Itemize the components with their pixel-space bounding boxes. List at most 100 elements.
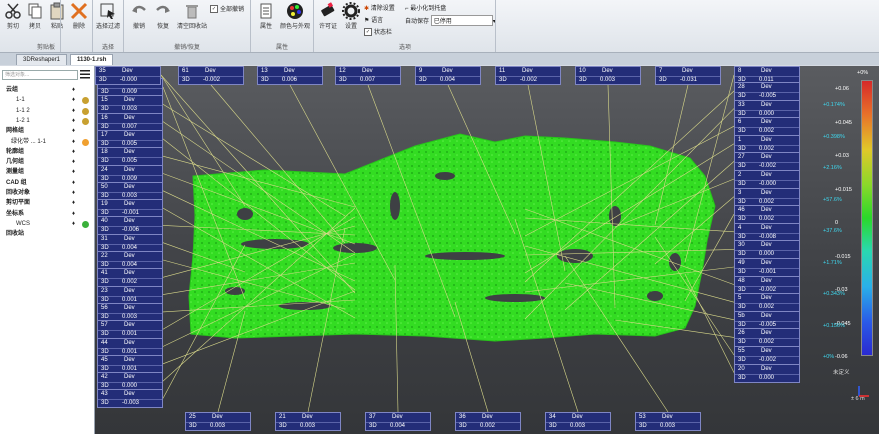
visibility-pin-icon[interactable]: ♦ (72, 86, 75, 95)
tree-item[interactable]: 网格组 ♦ (2, 127, 92, 136)
tree-item[interactable]: 测量组 ♦ (2, 168, 92, 177)
minimize-tray-item[interactable]: ⌐ 最小化到托盘 (405, 3, 446, 12)
deviation-label[interactable]: 25 Dev 3D 0.003 (185, 412, 251, 431)
deviation-label[interactable]: 31 Dev 3D 0.004 (97, 233, 163, 253)
redo-button[interactable]: 恢复 (150, 2, 176, 30)
deviation-label[interactable]: 16 Dev 3D 0.007 (97, 112, 163, 132)
deviation-label[interactable]: 57 Dev 3D 0.001 (97, 320, 163, 340)
deviation-label[interactable]: 7 Dev 3D -0.031 (655, 66, 721, 85)
3d-viewport[interactable]: 52Dev3D0.00461Dev3D-0.00213Dev3D0.00612D… (95, 66, 879, 434)
deviation-label[interactable]: 15 Dev 3D 0.003 (97, 95, 163, 115)
deviation-label[interactable]: 53 Dev 3D 0.003 (635, 412, 701, 431)
deviation-label[interactable]: 26 Dev 3D 0.002 (734, 328, 800, 348)
color-appearance-button[interactable]: 颜色与外观 (278, 2, 312, 30)
visibility-pin-icon[interactable]: ♦ (72, 127, 75, 136)
deviation-label[interactable]: 6 Dev 3D 0.002 (734, 117, 800, 137)
settings-button[interactable]: 设置 (338, 2, 364, 30)
deviation-label[interactable]: 10 Dev 3D 0.003 (575, 66, 641, 85)
visibility-pin-icon[interactable]: ♦ (72, 158, 75, 167)
tree-item[interactable]: 剪切平面 ♦ (2, 199, 92, 208)
deviation-label[interactable]: 56 Dev 3D 0.003 (97, 302, 163, 322)
deviation-label[interactable]: 55 Dev 3D -0.002 (734, 346, 800, 365)
deviation-label[interactable]: 13 Dev 3D 0.006 (257, 66, 323, 85)
properties-button[interactable]: 属性 (253, 2, 279, 30)
deviation-label[interactable]: 21 Dev 3D 0.003 (275, 412, 341, 431)
undo-all-checkbox[interactable]: ✓ 全部撤销 (210, 4, 244, 14)
deviation-label[interactable]: 4 Dev 3D -0.008 (734, 222, 800, 242)
deviation-label[interactable]: 42 Dev 3D 0.000 (97, 372, 163, 392)
autosave-select[interactable]: 自动保存 已停用▾ (405, 15, 496, 26)
tree-item[interactable]: 1-1 ♦ (2, 96, 92, 105)
deviation-label[interactable]: 61 Dev 3D -0.002 (178, 66, 244, 85)
tree-item[interactable]: 轮廓组 ♦ (2, 148, 92, 157)
tree-item[interactable]: 坐标系 ♦ (2, 210, 92, 219)
clear-settings-item[interactable]: ✱ 清除设置 (364, 3, 395, 12)
visibility-pin-icon[interactable]: ♦ (72, 148, 75, 157)
tree-item[interactable]: WCS ♦ (2, 220, 92, 229)
tree-item[interactable]: CAD 组 ♦ (2, 179, 92, 188)
deviation-label[interactable]: 45 Dev 3D 0.001 (97, 354, 163, 374)
label-title: Dev (124, 287, 135, 294)
tab-1130-rsh[interactable]: 1130-1.rsh (70, 54, 114, 65)
deviation-label[interactable]: 34 Dev 3D 0.003 (545, 412, 611, 431)
visibility-pin-icon[interactable]: ♦ (72, 199, 75, 208)
deviation-label[interactable]: 27 Dev 3D -0.002 (734, 152, 800, 172)
search-input[interactable]: 筛选对象... (2, 70, 78, 80)
deviation-label[interactable]: 49 Dev 3D -0.001 (734, 258, 800, 277)
label-type: 3D (279, 423, 287, 429)
deviation-label[interactable]: 20 Dev 3D 0.000 (734, 363, 800, 383)
visibility-pin-icon[interactable]: ♦ (72, 220, 75, 229)
deviation-label[interactable]: 11 Dev 3D -0.002 (495, 66, 561, 85)
deviation-label[interactable]: 43 Dev 3D -0.003 (97, 389, 163, 409)
visibility-pin-icon[interactable]: ♦ (72, 210, 75, 219)
deviation-label[interactable]: 12 Dev 3D 0.007 (335, 66, 401, 85)
deviation-label[interactable]: 36 Dev 3D 0.002 (455, 412, 521, 431)
deviation-label[interactable]: 9 Dev 3D 0.004 (415, 66, 481, 85)
deviation-label[interactable]: 46 Dev 3D 0.002 (734, 205, 800, 225)
deviation-label[interactable]: 2 Dev 3D -0.000 (734, 170, 800, 189)
select-filter-button[interactable]: 选择过滤 (95, 2, 121, 30)
tree-item[interactable]: 1-2 1 ♦ (2, 117, 92, 126)
delete-button[interactable]: 删除 (66, 2, 92, 30)
deviation-label[interactable]: 37 Dev 3D 0.004 (365, 412, 431, 431)
language-item[interactable]: ⚑ 语言 (364, 15, 383, 24)
deviation-label[interactable]: 44 Dev 3D 0.001 (97, 337, 163, 357)
deviation-label[interactable]: 22 Dev 3D 0.004 (97, 251, 163, 270)
deviation-label[interactable]: 50 Dev 3D 0.003 (97, 181, 163, 201)
visibility-pin-icon[interactable]: ♦ (72, 179, 75, 188)
visibility-pin-icon[interactable]: ♦ (72, 117, 75, 126)
deviation-label[interactable]: 24 Dev 3D 0.009 (97, 164, 163, 184)
visibility-pin-icon[interactable]: ♦ (72, 138, 75, 147)
deviation-label[interactable]: 23 Dev 3D 0.001 (97, 285, 163, 305)
deviation-label[interactable]: 19 Dev 3D -0.001 (97, 199, 163, 219)
deviation-label[interactable]: 33 Dev 3D 0.000 (734, 99, 800, 119)
deviation-label[interactable]: 30 Dev 3D 0.000 (734, 240, 800, 260)
deviation-label[interactable]: 1 Dev 3D 0.002 (734, 134, 800, 154)
tree-item[interactable]: 绿化带 ... 1-1 ♦ (2, 138, 92, 147)
tree-item[interactable]: 几何组 ♦ (2, 158, 92, 167)
deviation-label[interactable]: 5b Dev 3D -0.005 (734, 310, 800, 330)
deviation-label[interactable]: 17 Dev 3D 0.005 (97, 129, 163, 149)
deviation-label[interactable]: 40 Dev 3D -0.006 (97, 216, 163, 236)
menu-icon[interactable] (80, 70, 90, 79)
deviation-label[interactable]: 18 Dev 3D 0.005 (97, 147, 163, 167)
visibility-pin-icon[interactable]: ♦ (72, 168, 75, 177)
tree-item-label: 轮廓组 (6, 148, 25, 155)
undo-button[interactable]: 撤销 (126, 2, 152, 30)
empty-bin-button[interactable]: 清空回收站 (176, 2, 208, 30)
visibility-pin-icon[interactable]: ♦ (72, 107, 75, 116)
visibility-pin-icon[interactable]: ♦ (72, 189, 75, 198)
deviation-label[interactable]: 48 Dev 3D -0.002 (734, 275, 800, 295)
statusbar-checkbox[interactable]: ✓ 状态栏 (364, 27, 392, 37)
tab-3dreshaper[interactable]: 3DReshaper1 (16, 54, 68, 65)
tree-item[interactable]: 云组 ♦ (2, 86, 92, 95)
deviation-label[interactable]: 41 Dev 3D 0.002 (97, 268, 163, 288)
deviation-label[interactable]: 28 Dev 3D -0.005 (734, 82, 800, 101)
tree-item[interactable]: 1-1 2 ♦ (2, 107, 92, 116)
deviation-label[interactable]: 5 Dev 3D 0.002 (734, 293, 800, 313)
tree-item[interactable]: 回收对象 ♦ (2, 189, 92, 198)
tree-item[interactable]: 回收站 (2, 230, 92, 239)
deviation-label[interactable]: 3 Dev 3D 0.002 (734, 187, 800, 207)
visibility-pin-icon[interactable]: ♦ (72, 96, 75, 105)
deviation-label[interactable]: 35 Dev 3D -0.000 (95, 66, 161, 85)
